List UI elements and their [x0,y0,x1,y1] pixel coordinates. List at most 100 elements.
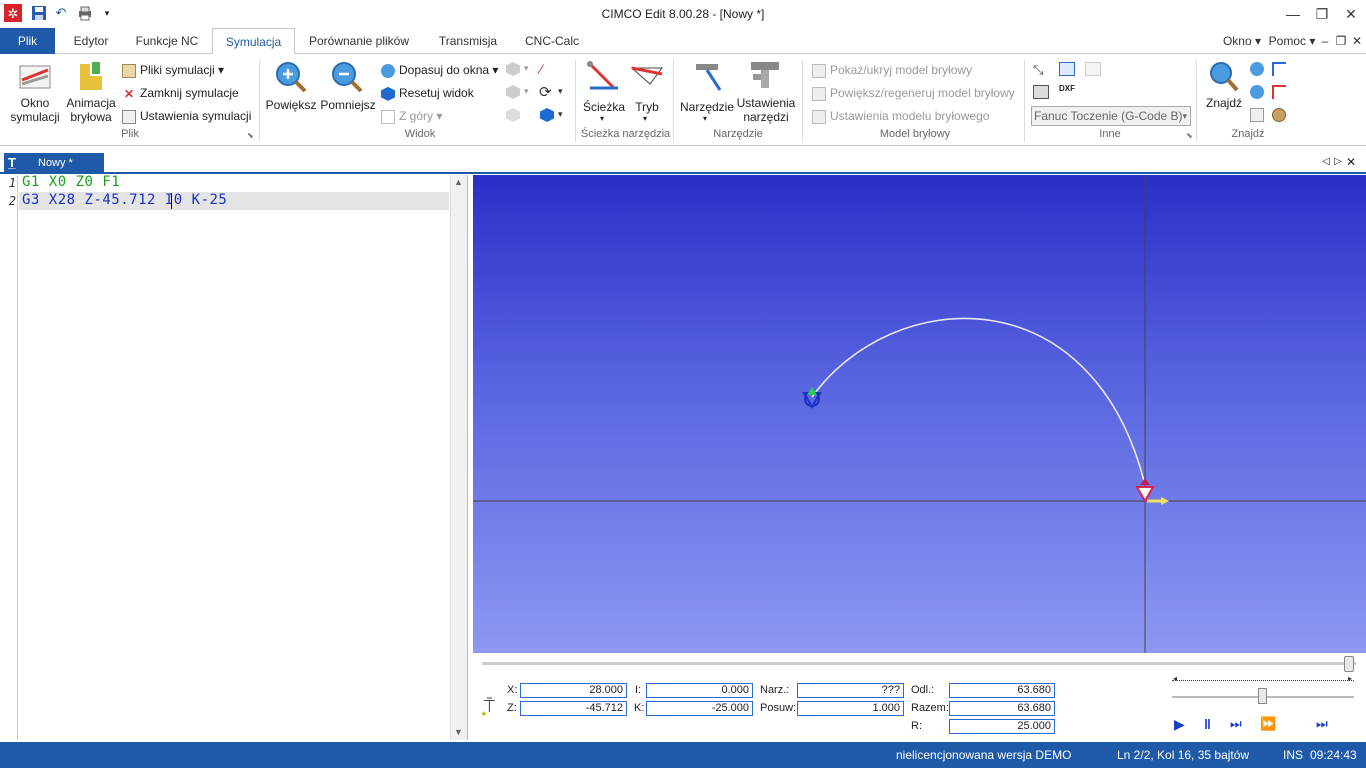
scroll-down-icon[interactable]: ▼ [454,727,463,737]
step-back-icon[interactable]: ◂ [1173,674,1177,683]
play-icon[interactable]: ▶ [1174,716,1185,733]
mdi-restore-icon[interactable]: ❐ [1333,28,1349,54]
i-value-field: 0.000 [646,683,753,698]
run-to-end-icon[interactable]: ⏭ [1316,716,1328,732]
restore-icon[interactable]: ❐ [1308,2,1336,26]
powieksz-regeneruj-model-button[interactable]: Powiększ/regeneruj model bryłowy [812,86,1015,101]
posuw-value-field: 1.000 [797,701,904,716]
powieksz-button[interactable]: Powiększ [266,60,316,126]
ustawienia-symulacji-button[interactable]: Ustawienia symulacji [122,109,251,124]
top-view-icon [381,109,395,124]
speed-slider-thumb[interactable] [1258,688,1267,704]
document-tab-nowy[interactable]: Nowy * [4,153,104,174]
okno-symulacji-button[interactable]: Okno symulacji [10,60,60,126]
close-window-icon[interactable]: ✕ [1337,2,1365,26]
pause-icon[interactable]: ‖ [1204,716,1211,732]
tryb-label: Tryb [635,100,659,114]
mode-icon [630,66,663,85]
separator [802,60,803,142]
zoom-in-icon [276,62,307,93]
disabled-export-icon[interactable] [1085,62,1101,76]
tab-plik[interactable]: Plik [0,28,55,54]
separator [575,60,576,142]
step-forward-icon[interactable]: ▸ [1348,674,1352,683]
tool-warning-icon: ✦ [480,709,488,719]
narzedzie-button[interactable]: Narzędzie ▾ [680,60,734,126]
tab-cnc-calc[interactable]: CNC-Calc [516,28,588,54]
group-launcher-inne-icon[interactable]: ⬊ [1186,131,1193,140]
find-icon [1210,62,1239,92]
posuw-label: Posuw: [760,702,797,714]
toolpath-icon [587,61,618,90]
menu-okno[interactable]: Okno ▾ [1220,28,1264,54]
pliki-symulacji-label: Pliki symulacji [140,63,215,77]
tryb-button[interactable]: Tryb ▾ [628,60,666,126]
nc-file-icon: T̲ [8,155,16,170]
simulation-view[interactable] [473,175,1366,653]
minimize-icon[interactable]: — [1279,2,1307,26]
view-dropdown-icon[interactable]: ▾ [524,63,529,74]
razem-value-field: 63.680 [949,701,1055,716]
code-line[interactable]: G1 X0 Z0 F1 [22,174,120,190]
progress-track[interactable] [482,662,1356,665]
zamknij-symulacje-button[interactable]: ✕ Zamknij symulacje [122,86,239,101]
r-value-field: 25.000 [949,719,1055,734]
find-next-icon[interactable] [1250,62,1264,76]
scroll-up-icon[interactable]: ▲ [454,177,463,187]
ustawienia-symulacji-label: Ustawienia symulacji [140,109,252,123]
x-value-field: 28.000 [520,683,627,698]
r-label: R: [911,720,922,732]
measure-icon[interactable]: ⁄ [540,61,542,77]
dopasuj-do-okna-button[interactable]: Dopasuj do okna ▾ [381,63,498,78]
close-document-icon[interactable]: ✕ [1346,155,1356,169]
group-launcher-icon[interactable]: ⬊ [247,131,254,140]
mdi-close-icon[interactable]: ✕ [1349,28,1365,54]
dimension-icon[interactable]: ⤡ [1033,62,1043,78]
find-list-icon[interactable] [1272,62,1286,76]
ustawienia-modelu-button[interactable]: Ustawienia modelu bryłowego [812,109,989,124]
tab-symulacja[interactable]: Symulacja [212,28,295,55]
group-narzedzie: Narzędzie [713,128,763,140]
machine-select[interactable]: Fanuc Toczenie (G-Code B) ▾ [1031,106,1191,126]
menu-pomoc[interactable]: Pomoc ▾ [1266,28,1318,54]
stl-icon[interactable] [1033,85,1049,99]
tab-transmisja[interactable]: Transmisja [428,28,508,54]
animacja-brylowa-button[interactable]: Animacja bryłowa [66,60,116,126]
odl-value-field: 63.680 [949,683,1055,698]
find-prev-icon[interactable] [1250,85,1264,99]
group-model-brylowy: Model bryłowy [879,128,951,140]
tab-scroll-right-icon[interactable]: ▷ [1334,156,1342,167]
code-line[interactable]: G3 X28 Z-45.712 I0 K-25 [22,192,227,208]
rotate-dropdown-icon[interactable]: ▾ [558,86,563,97]
resetuj-label: Resetuj widok [399,86,474,100]
export-icon[interactable] [1059,62,1075,76]
narz-value-field: ??? [797,683,904,698]
tab-scroll-left-icon[interactable]: ◁ [1322,156,1330,167]
tab-porownanie-plikow[interactable]: Porównanie plików [300,28,418,54]
tab-funkcje-nc[interactable]: Funkcje NC [126,28,208,54]
find-replace-icon[interactable] [1272,85,1286,99]
bookmark-icon[interactable] [1250,108,1264,122]
progress-thumb[interactable] [1344,656,1354,672]
resetuj-widok-button[interactable]: Resetuj widok [381,86,474,101]
code-editor[interactable] [0,175,468,740]
group-znajdz: Znajdź [1231,128,1265,140]
run-to-icon[interactable]: ⏩ [1260,716,1276,732]
rotate-icon[interactable]: ⟳ [539,83,552,101]
goto-icon[interactable] [1272,108,1286,122]
znajdz-button[interactable]: Znajdź [1202,60,1246,126]
view-dropdown-2-icon[interactable]: ▾ [524,86,529,97]
step-icon[interactable]: ⏭ [1230,716,1242,732]
mdi-minimize-icon[interactable]: – [1318,28,1332,54]
pokaz-ukryj-model-button[interactable]: Pokaż/ukryj model bryłowy [812,63,972,78]
tab-edytor[interactable]: Edytor [62,28,120,54]
ustawienia-modelu-label: Ustawienia modelu bryłowego [830,109,990,123]
z-gory-button[interactable]: Z góry ▾ [381,109,442,124]
sciezka-button[interactable]: Ścieżka ▾ [582,60,626,126]
dxf-icon[interactable]: DXF [1059,84,1075,93]
pomniejsz-button[interactable]: Pomniejsz [320,60,376,126]
solid-view-dropdown-icon[interactable]: ▾ [558,109,563,120]
ustawienia-narzedzi-button[interactable]: Ustawienia narzędzi [736,60,796,126]
pliki-symulacji-button[interactable]: Pliki symulacji ▾ [122,63,224,78]
editor-scrollbar[interactable] [450,175,467,740]
